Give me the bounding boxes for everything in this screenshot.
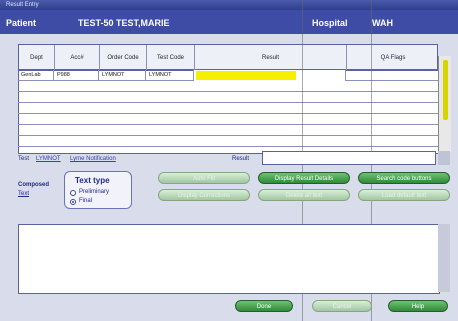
text-type-group: Text type Preliminary Final (64, 171, 132, 209)
grid-header: Dept Acc# Order Code Test Code Result QA… (18, 44, 439, 71)
table-row[interactable] (18, 125, 438, 136)
display-result-details-button[interactable]: Display Result Details (258, 172, 350, 184)
composed-text-label: Text (18, 191, 30, 197)
preliminary-label: Preliminary (79, 189, 110, 195)
load-default-text-button[interactable]: Load default text (358, 189, 450, 201)
delete-all-text-button[interactable]: Delete all text (258, 189, 350, 201)
result-highlight[interactable] (196, 71, 296, 80)
col-qa-flags[interactable]: QA Flags (347, 45, 439, 71)
grid-scroll-thumb[interactable] (443, 60, 448, 120)
final-radio[interactable] (70, 199, 76, 205)
cell-test-code: LYMNOT (146, 70, 194, 81)
cell-qa-flags (346, 70, 438, 81)
col-result[interactable]: Result (195, 45, 347, 71)
table-row[interactable] (18, 136, 438, 147)
col-order-code[interactable]: Order Code (100, 45, 147, 71)
col-acc[interactable]: Acc# (55, 45, 100, 71)
composed-text-area[interactable] (18, 224, 440, 294)
preliminary-radio[interactable] (70, 190, 76, 196)
help-button[interactable]: Help (388, 300, 448, 312)
composed-label: Composed (18, 182, 50, 188)
cell-acc: P988 (54, 70, 99, 81)
result-entry-window: Result Entry Patient TEST-50 TEST,MARIE … (0, 0, 458, 321)
display-corrections-button[interactable]: Display Corrections (158, 189, 250, 201)
test-label: Test (18, 156, 30, 162)
test-code-link[interactable]: LYMNOT (36, 156, 61, 162)
cell-result[interactable] (194, 70, 346, 81)
text-type-title: Text type (75, 176, 110, 185)
final-label: Final (79, 198, 93, 204)
table-row[interactable] (18, 103, 438, 114)
cell-dept: GenLab (18, 70, 54, 81)
search-code-buttons-button[interactable]: Search code buttons (358, 172, 450, 184)
cancel-button[interactable]: Cancel (312, 300, 372, 312)
table-row[interactable]: GenLab P988 LYMNOT LYMNOT (18, 70, 438, 81)
result-scroll-button[interactable] (438, 151, 450, 165)
col-dept[interactable]: Dept (19, 45, 55, 71)
result-label: Result (232, 156, 250, 162)
table-row[interactable] (18, 81, 438, 92)
patient-name: TEST-50 TEST,MARIE (78, 18, 170, 28)
text-area-scrollbar[interactable] (438, 224, 450, 292)
table-row[interactable] (18, 92, 438, 103)
result-input[interactable] (262, 151, 436, 165)
auto-fill-button[interactable]: Auto Fill (158, 172, 250, 184)
hospital-value: WAH (372, 18, 393, 28)
table-row[interactable] (18, 114, 438, 125)
test-name-link[interactable]: Lyme Notification (70, 156, 116, 162)
window-title: Result Entry (6, 2, 39, 8)
done-button[interactable]: Done (235, 300, 293, 312)
patient-label: Patient (6, 18, 37, 28)
cell-order-code: LYMNOT (99, 70, 146, 81)
hospital-label: Hospital (312, 18, 348, 28)
window-titlebar: Result Entry (0, 0, 458, 10)
patient-header: Patient TEST-50 TEST,MARIE Hospital WAH (0, 10, 458, 34)
col-test-code[interactable]: Test Code (147, 45, 195, 71)
